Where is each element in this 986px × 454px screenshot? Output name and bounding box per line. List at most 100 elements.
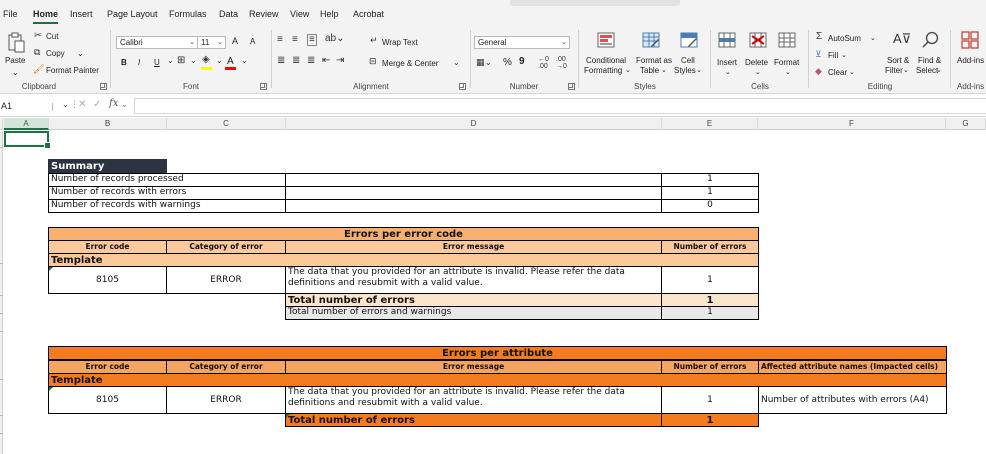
- alignment-launcher-icon[interactable]: [459, 83, 466, 90]
- font-color-icon[interactable]: A: [227, 56, 234, 67]
- tab-formulas[interactable]: Formulas: [169, 9, 207, 19]
- percent-button[interactable]: %: [503, 57, 512, 68]
- clipboard-launcher-icon[interactable]: [100, 83, 107, 90]
- number-label: Number: [509, 82, 539, 91]
- font-launcher-icon[interactable]: [260, 83, 267, 90]
- column-header-c[interactable]: C: [167, 118, 286, 130]
- find-dropdown-icon[interactable]: ⌄: [936, 66, 942, 74]
- align-right-icon[interactable]: ≣: [307, 56, 315, 66]
- styles-label: Styles: [634, 82, 656, 91]
- number-format-dropdown[interactable]: General ⌄: [474, 36, 570, 49]
- paste-icon[interactable]: [7, 32, 25, 54]
- name-box[interactable]: A1: [0, 99, 52, 113]
- format-button[interactable]: Format: [774, 58, 799, 67]
- fill-color-icon[interactable]: ◈: [202, 55, 210, 65]
- format-as-table-button[interactable]: Format as: [636, 56, 672, 65]
- decrease-decimal-icon[interactable]: .00 →0: [556, 56, 567, 70]
- align-left-icon[interactable]: ≣: [277, 56, 285, 66]
- wrap-text-button[interactable]: Wrap Text: [382, 38, 418, 47]
- format-painter-button[interactable]: Format Painter: [46, 66, 99, 75]
- select-all-corner[interactable]: [0, 118, 3, 130]
- autosum-dropdown-icon[interactable]: ⌄: [870, 34, 876, 42]
- addins-button[interactable]: Add-ins: [957, 56, 984, 65]
- tab-file[interactable]: File: [3, 9, 18, 19]
- increase-decimal-icon[interactable]: ←0.00: [538, 56, 549, 70]
- align-top-icon[interactable]: ≡: [277, 35, 283, 45]
- column-header-e[interactable]: E: [662, 118, 758, 130]
- number-launcher-icon[interactable]: [568, 83, 575, 90]
- tab-home[interactable]: Home: [33, 9, 59, 24]
- tab-acrobat[interactable]: Acrobat: [353, 9, 384, 19]
- autosum-button[interactable]: AutoSum: [828, 34, 861, 43]
- font-size-dropdown[interactable]: 11 ⌄: [197, 36, 226, 49]
- clear-dropdown-icon[interactable]: ⌄: [849, 68, 855, 76]
- paste-dropdown-icon[interactable]: ⌄: [12, 68, 19, 77]
- sort-filter-button[interactable]: Sort &: [887, 56, 909, 65]
- enter-icon[interactable]: ✓: [93, 100, 101, 110]
- cell-styles-dropdown-icon[interactable]: ⌄: [696, 66, 702, 74]
- cell-styles-button[interactable]: Cell: [681, 56, 695, 65]
- bold-button[interactable]: B: [121, 58, 127, 67]
- insert-button[interactable]: Insert: [717, 58, 737, 67]
- formula-input[interactable]: [134, 98, 986, 114]
- column-header-g[interactable]: G: [946, 118, 986, 130]
- summary-label-errors: Number of records with errors: [48, 186, 286, 200]
- underline-button[interactable]: U: [154, 58, 160, 67]
- tab-data[interactable]: Data: [219, 9, 238, 19]
- column-header-a[interactable]: A: [4, 118, 49, 130]
- borders-icon[interactable]: ⊞: [177, 56, 185, 66]
- format-as-table-dropdown-icon[interactable]: ⌄: [661, 66, 667, 74]
- comma-style-button[interactable]: 9: [519, 56, 525, 67]
- cancel-icon[interactable]: ✕: [78, 100, 86, 110]
- insert-dropdown-icon[interactable]: ⌄: [725, 68, 731, 76]
- tab-view[interactable]: View: [290, 9, 309, 19]
- tab-review[interactable]: Review: [249, 9, 279, 19]
- orientation-icon[interactable]: ab⌄: [325, 34, 345, 44]
- decrease-indent-icon[interactable]: ⇤: [322, 56, 330, 66]
- sort-dropdown-icon[interactable]: ⌄: [903, 66, 909, 74]
- fill-dropdown-icon[interactable]: ⌄: [841, 51, 847, 59]
- italic-button[interactable]: I: [138, 58, 140, 67]
- copy-button[interactable]: Copy: [46, 49, 65, 58]
- search-box[interactable]: [510, 0, 680, 6]
- align-middle-icon[interactable]: ≡: [292, 35, 298, 45]
- merge-dropdown-icon[interactable]: ⌄: [453, 59, 460, 67]
- conditional-formatting-button[interactable]: Conditional: [586, 56, 626, 65]
- increase-indent-icon[interactable]: ⇥: [336, 56, 344, 66]
- clear-button[interactable]: Clear: [828, 68, 847, 77]
- fill-color-dropdown-icon[interactable]: ⌄: [216, 57, 223, 65]
- active-cell-a1[interactable]: [4, 131, 51, 149]
- tab-page-layout[interactable]: Page Layout: [107, 9, 158, 19]
- cell-styles-icon: [680, 32, 698, 48]
- shrink-font-button[interactable]: A: [250, 37, 255, 46]
- insert-function-button[interactable]: fx: [109, 99, 118, 109]
- fill-button[interactable]: Fill: [828, 51, 838, 60]
- cut-button[interactable]: Cut: [46, 32, 58, 41]
- delete-button[interactable]: Delete: [745, 58, 768, 67]
- accounting-format-icon[interactable]: ▦⌄: [476, 58, 492, 67]
- borders-dropdown-icon[interactable]: ⌄: [190, 57, 197, 65]
- merge-center-icon: ⊟: [369, 56, 377, 66]
- fx-dropdown-icon[interactable]: ⌄: [121, 101, 128, 109]
- grow-font-button[interactable]: A: [232, 36, 238, 46]
- merge-center-button[interactable]: Merge & Center: [382, 59, 438, 68]
- delete-dropdown-icon[interactable]: ⌄: [755, 68, 761, 76]
- column-header-f[interactable]: F: [758, 118, 946, 130]
- conditional-dropdown-icon[interactable]: ⌄: [625, 66, 631, 74]
- font-name-dropdown[interactable]: Calibri ⌄: [116, 36, 198, 49]
- column-header-d[interactable]: D: [286, 118, 662, 130]
- font-color-dropdown-icon[interactable]: ⌄: [241, 57, 248, 65]
- addins-label: Add-ins: [957, 82, 985, 91]
- align-bottom-icon[interactable]: ≡: [307, 34, 317, 46]
- paste-button[interactable]: Paste: [5, 56, 25, 65]
- column-header-b[interactable]: B: [49, 118, 167, 130]
- find-select-button[interactable]: Find &: [918, 56, 941, 65]
- format-dropdown-icon[interactable]: ⌄: [785, 68, 791, 76]
- tab-insert[interactable]: Insert: [70, 9, 93, 19]
- align-center-icon[interactable]: ≣: [292, 56, 300, 66]
- underline-dropdown-icon[interactable]: ⌄: [167, 57, 174, 65]
- namebox-dropdown-icon[interactable]: ⌄: [62, 101, 69, 109]
- copy-dropdown-icon[interactable]: ⌄: [77, 49, 84, 58]
- tab-help[interactable]: Help: [320, 9, 339, 19]
- summary-spacer: [285, 173, 662, 187]
